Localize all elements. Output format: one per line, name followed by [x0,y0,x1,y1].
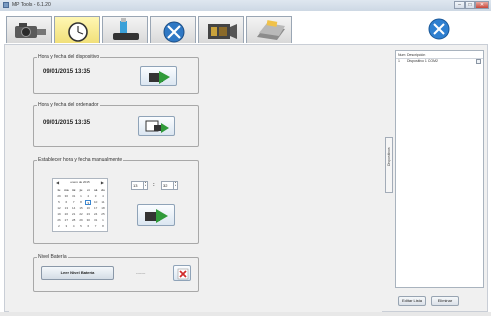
devices-side-tab-label: Dispositivos [387,147,391,166]
row-num: 1 [398,59,400,63]
pc-datetime-value: 09/01/2015 13:35 [43,120,91,126]
spin-arrows-icon[interactable]: ▲ ▼ [173,182,177,189]
calendar-week[interactable]: 2345678 [56,224,106,229]
battery-value: ------- [136,270,146,275]
window-title: MP Tools - 6.1.20 [12,2,51,8]
battery-legend: Nivel Batería [37,254,68,261]
calendar-week[interactable]: 26 27 28 29 30 31 1 [56,218,106,223]
calendar-next-icon[interactable]: ▶ [101,180,104,185]
hour-value: 13 [133,183,138,188]
spin-arrows-icon[interactable]: ▲ ▼ [143,182,147,189]
close-button[interactable]: ✕ [475,1,489,9]
folder-icon [257,20,285,40]
send-manual-time-button[interactable] [137,204,175,226]
calendar-week[interactable]: 29 30 31 1 2 3 4 [56,194,106,199]
camera-icon [15,23,46,38]
column-header-num[interactable]: Num [398,53,405,57]
table-row[interactable]: 1 Dispositivo 1 COM2 [397,59,483,65]
read-battery-button[interactable]: Leer Nivel Batería [41,266,114,280]
green-arrow-icon [149,71,170,84]
clock-icon [68,22,88,42]
tab-usb-device[interactable] [102,16,148,43]
toolbar [0,11,491,44]
settings-icon[interactable] [428,18,450,40]
calendar-month: enero de 2015 [70,180,90,184]
clear-battery-button[interactable] [173,265,191,281]
status-bar [0,312,491,316]
tab-folder[interactable] [246,16,292,43]
tools-icon [163,21,185,43]
manual-datetime-legend: Establecer hora y fecha manualmente [37,157,124,164]
red-x-icon [177,268,189,280]
row-description: Dispositivo 1 COM2 [407,59,438,63]
row-edit-icon[interactable] [476,59,481,64]
device-datetime-value: 09/01/2015 13:35 [43,69,91,75]
edit-list-button[interactable]: Editar Lista [398,296,426,306]
app-icon [3,2,9,8]
tab-clock[interactable] [54,16,100,43]
time-separator: : [153,182,155,188]
pc-datetime-legend: Hora y fecha del ordenador [37,102,100,109]
maximize-button[interactable]: □ [465,1,475,9]
read-device-time-button[interactable] [140,66,177,86]
pc-to-device-icon [145,120,169,133]
usb-device-icon [113,18,139,40]
tab-video[interactable] [198,16,244,43]
minute-spinner[interactable]: 32 ▲ ▼ [161,181,178,190]
calendar-week[interactable]: 5 6 7 8 9 10 11 [56,200,106,205]
tab-camera[interactable] [6,16,52,43]
calendar-week[interactable]: 19 20 21 22 23 24 25 [56,212,106,217]
video-icon [208,24,237,39]
device-datetime-legend: Hora y fecha del dispositivo [37,54,101,61]
delete-button[interactable]: Eliminar [431,296,459,306]
tab-tools[interactable] [150,16,196,43]
calendar-weekdays: lu ma mi ju vi sá do [57,188,105,192]
green-arrow-icon [145,209,168,223]
devices-side-tab[interactable]: Dispositivos [385,137,393,193]
minimize-button[interactable]: – [454,1,465,9]
hour-spinner[interactable]: 13 ▲ ▼ [131,181,148,190]
device-table: Num Descripción 1 Dispositivo 1 COM2 [395,50,484,288]
minute-value: 32 [163,183,168,188]
send-pc-time-button[interactable] [138,116,175,136]
calendar-week[interactable]: 12 13 14 15 16 17 18 [56,206,106,211]
calendar[interactable]: ◀ enero de 2015 ▶ lu ma mi ju vi sá do 29 30 31 1… [52,178,108,232]
column-header-description[interactable]: Descripción [407,53,425,57]
